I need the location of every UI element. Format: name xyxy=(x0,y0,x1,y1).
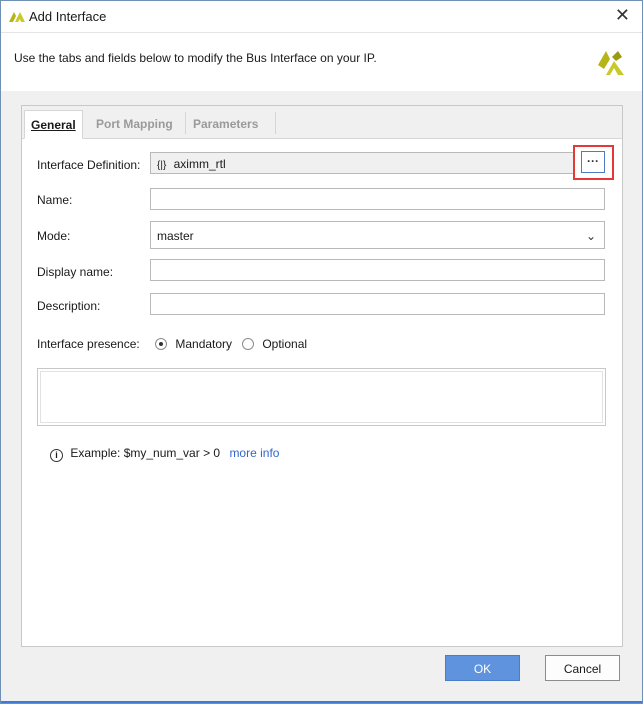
name-label: Name: xyxy=(37,193,73,207)
ok-button[interactable]: OK xyxy=(445,655,520,681)
radio-checked-icon xyxy=(155,338,167,350)
cancel-button[interactable]: Cancel xyxy=(545,655,620,681)
bus-interface-icon: {|} xyxy=(157,160,167,171)
description-input[interactable] xyxy=(150,293,605,315)
example-text: Example: $my_num_var > 0 xyxy=(70,446,221,460)
tab-label: Port Mapping xyxy=(96,117,173,131)
mode-value: master xyxy=(157,229,194,243)
description-label: Description: xyxy=(37,299,101,313)
dialog-header: Use the tabs and fields below to modify … xyxy=(1,32,642,92)
radio-mandatory[interactable]: Mandatory xyxy=(155,337,232,351)
tab-general[interactable]: General xyxy=(24,110,83,139)
window-title: Add Interface xyxy=(29,9,107,24)
tab-panel: General Port Mapping Parameters Interfac… xyxy=(21,105,623,647)
display-name-label: Display name: xyxy=(37,265,114,279)
highlight-box xyxy=(573,145,614,180)
radio-unchecked-icon xyxy=(242,338,254,350)
chevron-down-icon: ⌄ xyxy=(585,229,596,243)
presence-label: Interface presence: xyxy=(37,337,140,351)
tab-divider xyxy=(185,112,186,134)
tab-divider xyxy=(275,112,276,134)
display-name-input[interactable] xyxy=(150,259,605,281)
dialog-body: General Port Mapping Parameters Interfac… xyxy=(1,91,642,703)
title-bar: Add Interface ✕ xyxy=(1,1,642,32)
header-description: Use the tabs and fields below to modify … xyxy=(14,51,377,65)
window-bottom-border xyxy=(1,701,642,703)
name-input[interactable] xyxy=(150,188,605,210)
tab-port-mapping[interactable]: Port Mapping xyxy=(90,110,179,138)
more-info-link[interactable]: more info xyxy=(229,446,279,460)
mode-select[interactable]: master ⌄ xyxy=(150,221,605,249)
tab-bar: General Port Mapping Parameters xyxy=(22,106,622,139)
interface-definition-label: Interface Definition: xyxy=(37,158,141,172)
tab-label: General xyxy=(31,118,76,132)
xilinx-logo-icon xyxy=(9,12,25,22)
tab-parameters[interactable]: Parameters xyxy=(187,110,264,138)
mode-label: Mode: xyxy=(37,229,71,243)
interface-definition-value: aximm_rtl xyxy=(173,157,226,171)
close-icon[interactable]: ✕ xyxy=(615,5,630,26)
tab-label: Parameters xyxy=(193,117,259,131)
radio-mandatory-label: Mandatory xyxy=(175,337,233,351)
presence-expression-input[interactable] xyxy=(37,368,606,426)
interface-definition-field: {|} aximm_rtl xyxy=(150,152,575,174)
textarea-inner xyxy=(40,371,603,423)
xilinx-logo-icon xyxy=(598,51,624,75)
radio-optional[interactable]: Optional xyxy=(242,337,307,351)
example-info: i Example: $my_num_var > 0 more info xyxy=(50,446,279,462)
add-interface-dialog: Add Interface ✕ Use the tabs and fields … xyxy=(0,0,643,704)
info-icon: i xyxy=(50,449,63,462)
radio-optional-label: Optional xyxy=(262,337,308,351)
